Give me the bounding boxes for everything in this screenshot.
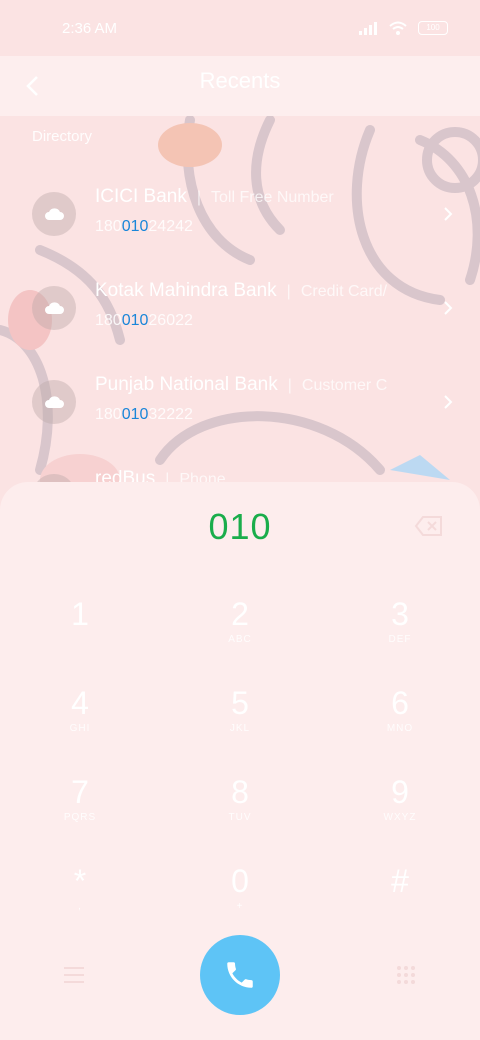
key-digit: 9 (391, 774, 409, 810)
key-letters (10, 634, 150, 646)
dialed-number-input[interactable]: 010 (0, 506, 480, 548)
number-match: 010 (121, 218, 149, 235)
list-item[interactable]: ICICI Bank | Toll Free Number 18001024242 (0, 174, 480, 260)
key-letters: JKL (229, 723, 251, 734)
key-letters: , (78, 901, 82, 912)
keypad-icon (397, 966, 415, 984)
contact-name-line: Kotak Mahindra Bank | Credit Card/ (95, 280, 430, 302)
key-digit: 4 (71, 685, 89, 721)
key-letters (330, 901, 470, 913)
backspace-icon (414, 516, 442, 536)
key-letters: ABC (228, 634, 252, 645)
key-letters: DEF (388, 634, 412, 645)
backspace-button[interactable] (414, 514, 444, 540)
chevron-right-icon (444, 395, 453, 409)
key-letters: WXYZ (383, 812, 417, 823)
section-label-directory: Directory (32, 128, 93, 145)
key-digit: 5 (231, 685, 249, 721)
key-digit: 0 (231, 863, 249, 899)
key-letters: MNO (386, 723, 414, 734)
contact-tag: Customer C (301, 377, 388, 394)
dialpad-panel: 010 1 2 ABC 3 DEF 4 GHI 5 JKL 6 MNO 7 PQ… (0, 482, 480, 1040)
details-button[interactable] (438, 388, 458, 416)
number-prefix: 180 (95, 406, 122, 423)
contact-number: 18001032222 (95, 406, 193, 424)
contact-name: Kotak Mahindra Bank (95, 280, 277, 301)
dialpad-key-8[interactable]: 8 TUV (170, 760, 310, 840)
separator: | (287, 377, 292, 394)
dialpad-key-0[interactable]: 0 + (170, 849, 310, 929)
contact-name-line: Punjab National Bank | Customer C (95, 374, 430, 396)
contact-name: ICICI Bank (95, 186, 187, 207)
dialpad-key-7[interactable]: 7 PQRS (10, 760, 150, 840)
details-button[interactable] (438, 294, 458, 322)
dialpad-key-hash[interactable]: # (330, 849, 470, 929)
phone-icon (227, 962, 253, 988)
number-match: 010 (121, 312, 149, 329)
number-prefix: 180 (95, 218, 122, 235)
avatar (32, 286, 76, 330)
dialpad-key-9[interactable]: 9 WXYZ (330, 760, 470, 840)
page-title: Recents (199, 68, 281, 93)
dialpad-key-6[interactable]: 6 MNO (330, 671, 470, 751)
key-letters: + (236, 901, 244, 912)
key-digit: 6 (391, 685, 409, 721)
dialpad-key-3[interactable]: 3 DEF (330, 582, 470, 662)
number-match: 010 (121, 406, 149, 423)
status-time: 2:36 AM (62, 19, 118, 37)
wifi-icon (389, 21, 407, 35)
number-prefix: 180 (95, 312, 122, 329)
list-item[interactable]: Kotak Mahindra Bank | Credit Card/ 1800102… (0, 268, 480, 354)
key-letters: TUV (228, 812, 252, 823)
dialpad-key-4[interactable]: 4 GHI (10, 671, 150, 751)
dialpad-key-1[interactable]: 1 (10, 582, 150, 662)
chevron-right-icon (444, 301, 453, 315)
number-suffix: 24242 (148, 218, 193, 235)
key-letters: GHI (69, 723, 91, 734)
signal-icon (359, 22, 377, 35)
key-digit: 7 (71, 774, 89, 810)
title-bar: Recents (0, 56, 480, 116)
dialpad-key-2[interactable]: 2 ABC (170, 582, 310, 662)
avatar (32, 192, 76, 236)
call-button[interactable] (200, 935, 280, 1015)
contact-tag: Toll Free Number (211, 189, 334, 206)
dialpad-key-5[interactable]: 5 JKL (170, 671, 310, 751)
menu-button[interactable] (56, 957, 92, 993)
key-digit: 2 (231, 596, 249, 632)
key-digit: * (73, 863, 87, 899)
keypad-toggle-button[interactable] (388, 957, 424, 993)
list-item[interactable]: Punjab National Bank | Customer C 18001032… (0, 362, 480, 448)
key-digit: 1 (71, 596, 89, 632)
directory-list: Directory ICICI Bank | Toll Free Number 18… (0, 116, 480, 518)
contact-name: Punjab National Bank (95, 374, 278, 395)
number-suffix: 32222 (148, 406, 193, 423)
number-suffix: 26022 (148, 312, 193, 329)
separator: | (196, 189, 202, 206)
avatar (32, 380, 76, 424)
status-icons: 100 (358, 20, 448, 36)
battery-icon: 100 (418, 21, 448, 35)
details-button[interactable] (438, 200, 458, 228)
cloud-icon (45, 396, 64, 408)
status-bar: 2:36 AM 100 (0, 0, 480, 56)
cloud-icon (45, 302, 64, 314)
chevron-right-icon (444, 207, 453, 221)
contact-name-line: ICICI Bank | Toll Free Number (95, 186, 430, 208)
dialpad-key-star[interactable]: * , (10, 849, 150, 929)
cloud-icon (45, 208, 64, 220)
menu-icon (64, 967, 84, 983)
key-digit: 3 (391, 596, 409, 632)
contact-tag: Credit Card/ (300, 283, 388, 300)
key-digit: # (391, 863, 409, 899)
contact-number: 18001024242 (95, 218, 193, 236)
key-digit: 8 (231, 774, 249, 810)
contact-number: 18001026022 (95, 312, 193, 330)
key-letters: PQRS (63, 812, 97, 823)
separator: | (286, 283, 291, 300)
